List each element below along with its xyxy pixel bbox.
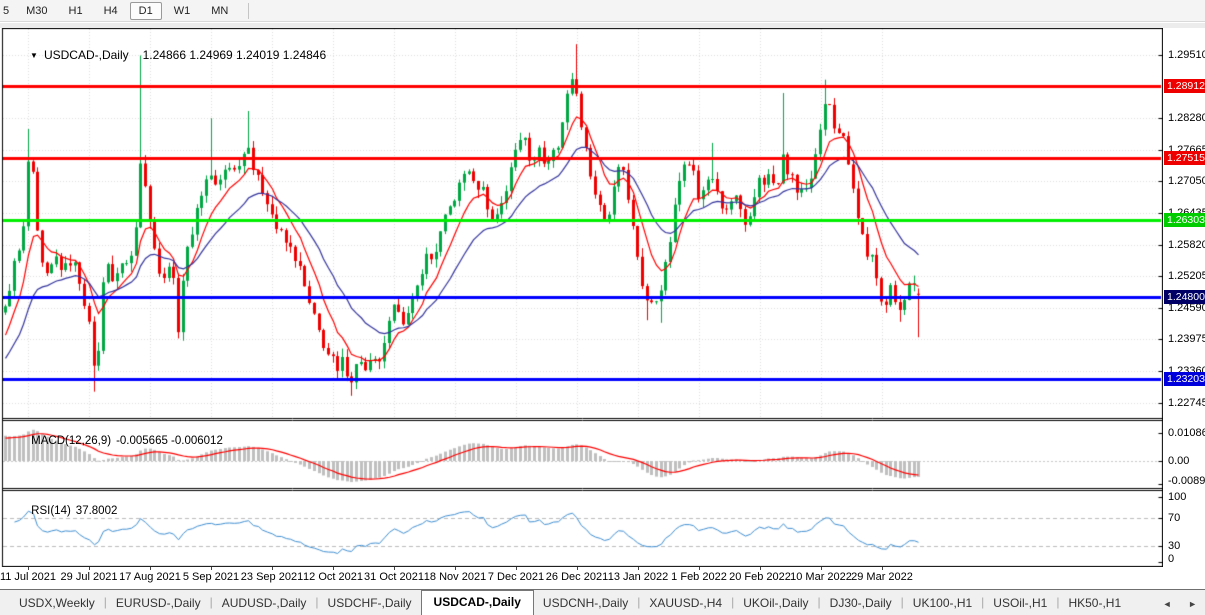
price-line-badge: 1.26303: [1164, 212, 1205, 227]
symbol-tab-usdcnh-daily[interactable]: USDCNH-,Daily: [534, 592, 637, 615]
trading-terminal-window: 5 M30 H1 H4 D1 W1 MN ▼ USDCAD-,Daily 1.24866 1.2…: [0, 0, 1205, 615]
time-tick-mark: [638, 567, 639, 570]
symbol-tab-eurusd-daily[interactable]: EURUSD-,Daily: [107, 592, 210, 615]
time-tick-mark: [211, 567, 212, 570]
macd-indicator-label: MACD(12,26,9) -0.005665 -0.006012: [12, 423, 223, 459]
price-axis[interactable]: 1.295101.282801.276651.270501.264351.258…: [1163, 28, 1205, 567]
macd-axis-max-label: 0.010869: [1168, 427, 1205, 439]
price-chart-canvas[interactable]: [0, 28, 1163, 567]
date-label: 23 Sep 2021: [240, 571, 304, 583]
price-tick-label: 1.22745: [1168, 396, 1205, 409]
chart-tab-bar: USDX,Weekly | EURUSD-,Daily | AUDUSD-,Daily |…: [0, 589, 1205, 615]
time-tick-mark: [89, 567, 90, 570]
time-tick-mark: [333, 567, 334, 570]
tab-scroll-arrows: ◄ ►: [1149, 599, 1197, 609]
macd-name: MACD(12,26,9): [31, 435, 112, 447]
timeframe-button-W1[interactable]: W1: [165, 2, 200, 20]
symbol-tab-usdx-weekly[interactable]: USDX,Weekly: [10, 592, 104, 615]
timeframe-button-M30[interactable]: M30: [17, 2, 56, 20]
date-label: 26 Dec 2021: [545, 571, 609, 583]
symbol-tab-xauusd-h4[interactable]: XAUUSD-,H4: [640, 592, 731, 615]
macd-axis-zero-label: 0.00: [1168, 455, 1190, 467]
rsi-indicator-label: RSI(14) 37.8002: [12, 493, 117, 529]
time-tick-mark: [516, 567, 517, 570]
chart-ohlc-values: 1.24866 1.24969 1.24019 1.24846: [142, 48, 327, 62]
rsi-value: 37.8002: [75, 505, 118, 517]
rsi-axis-level-label: 70: [1168, 512, 1181, 524]
macd-axis-min-label: -0.008974: [1168, 475, 1205, 487]
time-tick-mark: [699, 567, 700, 570]
timeframe-button-H4[interactable]: H4: [95, 2, 127, 20]
date-label: 18 Nov 2021: [423, 571, 487, 583]
price-tick-label: 1.23975: [1168, 333, 1205, 346]
symbol-tab-audusd-daily[interactable]: AUDUSD-,Daily: [213, 592, 316, 615]
macd-values: -0.005665 -0.006012: [116, 435, 223, 447]
time-tick-mark: [821, 567, 822, 570]
date-label: 20 Feb 2022: [729, 571, 791, 583]
time-tick-mark: [577, 567, 578, 570]
chart-header: ▼ USDCAD-,Daily 1.24866 1.24969 1.24019 1.…: [10, 34, 326, 76]
date-label: 5 Sep 2021: [182, 571, 240, 583]
date-label: 11 Jul 2021: [0, 571, 57, 583]
price-line-badge: 1.28912: [1164, 78, 1205, 93]
symbol-tab-uk100-h1[interactable]: UK100-,H1: [904, 592, 981, 615]
symbol-tab-ukoil-daily[interactable]: UKOil-,Daily: [734, 592, 817, 615]
time-axis[interactable]: 11 Jul 2021 29 Jul 2021 17 Aug 2021 5 Sep 2…: [0, 567, 1163, 589]
date-label: 17 Aug 2021: [119, 571, 181, 583]
price-line-badge: 1.24800: [1164, 290, 1205, 305]
rsi-axis-level-label: 30: [1168, 540, 1181, 552]
timeframe-button-D1[interactable]: D1: [129, 1, 162, 20]
date-label: 7 Dec 2021: [487, 571, 545, 583]
symbol-tab-usoil-h1[interactable]: USOil-,H1: [984, 592, 1056, 615]
price-tick-label: 1.27050: [1168, 175, 1205, 188]
chart-symbol-label: USDCAD-,Daily: [43, 48, 129, 62]
tabs-scroll-right-icon[interactable]: ►: [1188, 599, 1197, 609]
date-label: 13 Jan 2022: [607, 571, 669, 583]
timeframe-button-5[interactable]: 5: [0, 2, 14, 20]
time-tick-mark: [150, 567, 151, 570]
timeframe-button-H1[interactable]: H1: [60, 2, 92, 20]
price-line-badge: 1.27515: [1164, 150, 1205, 165]
price-tick-label: 1.29510: [1168, 49, 1205, 61]
time-tick-mark: [272, 567, 273, 570]
price-tick-label: 1.28280: [1168, 112, 1205, 125]
chevron-down-icon[interactable]: ▼: [30, 51, 38, 60]
date-label: 12 Oct 2021: [303, 571, 363, 583]
time-tick-mark: [28, 567, 29, 570]
timeframe-button-MN[interactable]: MN: [202, 2, 237, 20]
symbol-tab-usdcad-daily[interactable]: USDCAD-,Daily: [420, 590, 534, 615]
timeframe-toolbar: 5 M30 H1 H4 D1 W1 MN: [0, 0, 1205, 22]
date-label: 1 Feb 2022: [671, 571, 727, 583]
date-label: 29 Jul 2021: [60, 571, 118, 583]
rsi-axis-level-label: 100: [1168, 491, 1187, 503]
time-tick-mark: [394, 567, 395, 570]
symbol-tab-usdchf-daily[interactable]: USDCHF-,Daily: [319, 592, 421, 615]
date-label: 31 Oct 2021: [364, 571, 424, 583]
symbol-tab-hk50-h1[interactable]: HK50-,H1: [1059, 592, 1130, 615]
symbol-tab-dj30-daily[interactable]: DJ30-,Daily: [821, 592, 901, 615]
date-label: 10 Mar 2022: [790, 571, 852, 583]
date-label: 29 Mar 2022: [851, 571, 913, 583]
time-tick-mark: [882, 567, 883, 570]
time-tick-mark: [455, 567, 456, 570]
chart-area: ▼ USDCAD-,Daily 1.24866 1.24969 1.24019 1.…: [0, 28, 1205, 567]
tabs-scroll-left-icon[interactable]: ◄: [1163, 599, 1172, 609]
rsi-axis-level-label: 0: [1168, 553, 1175, 565]
rsi-name: RSI(14): [31, 505, 71, 517]
toolbar-separator: [248, 2, 250, 19]
price-tick-label: 1.25205: [1168, 270, 1205, 283]
price-line-badge: 1.23203: [1164, 372, 1205, 387]
time-tick-mark: [760, 567, 761, 570]
price-tick-label: 1.25820: [1168, 238, 1205, 251]
